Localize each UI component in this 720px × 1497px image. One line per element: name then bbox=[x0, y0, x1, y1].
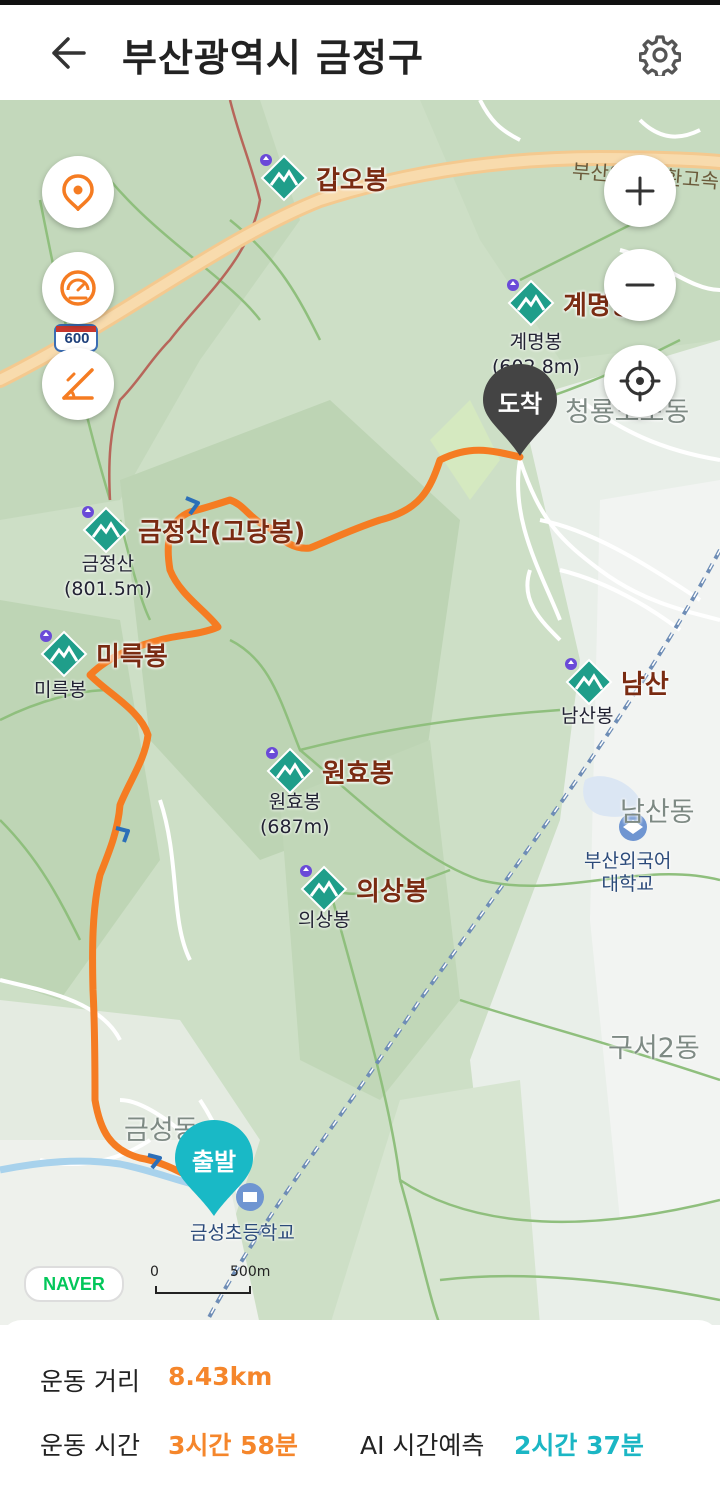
peak-sub-name: 의상봉 bbox=[298, 909, 351, 931]
slope-icon bbox=[62, 368, 94, 400]
peak-marker-geumjeongsan[interactable]: 금정산(고당봉) bbox=[80, 504, 305, 556]
peak-label: 의상봉 bbox=[356, 876, 428, 907]
settings-button[interactable] bbox=[636, 31, 684, 79]
trail-map[interactable]: 청룡노포동 남산동 구서2동 금성동 부산외곽순환고속 600 부산외국어 대학… bbox=[0, 100, 720, 1325]
scale-distance: 500m bbox=[230, 1264, 271, 1280]
zoom-out-button[interactable] bbox=[604, 249, 676, 321]
peak-label: 미륵봉 bbox=[96, 641, 168, 672]
page-title: 부산광역시 금정구 bbox=[122, 36, 424, 80]
mountain-icon bbox=[565, 658, 613, 706]
stats-panel: 운동 거리 8.43km 운동 시간 3시간 58분 AI 시간예측 2시간 3… bbox=[0, 1320, 720, 1497]
my-location-button[interactable] bbox=[604, 345, 676, 417]
peak-sub-name: 원효봉 bbox=[268, 791, 322, 813]
scale-bar bbox=[155, 1286, 251, 1294]
peak-sub-height: (801.5m) bbox=[64, 578, 152, 600]
arrive-label: 도착 bbox=[497, 390, 543, 418]
peak-sub-name: 계명봉 bbox=[509, 331, 563, 353]
time-label: 운동 시간 bbox=[40, 1431, 140, 1460]
peak-label: 원효봉 bbox=[322, 758, 394, 789]
peak-sub-uisangbong: 의상봉 bbox=[298, 908, 350, 933]
university-label: 부산외국어 대학교 bbox=[584, 850, 671, 896]
peak-label: 갑오봉 bbox=[316, 165, 388, 196]
ai-estimate-value: 2시간 37분 bbox=[514, 1431, 644, 1460]
peak-sub-wonhyobong: 원효봉 (687m) bbox=[260, 790, 330, 840]
school-label: 금성초등학교 bbox=[190, 1222, 295, 1244]
arrive-pin[interactable]: 도착 bbox=[481, 362, 559, 458]
university-label-line1: 부산외국어 bbox=[584, 850, 672, 872]
area-label-namsan: 남산동 bbox=[620, 797, 695, 828]
location-button[interactable] bbox=[42, 156, 114, 228]
slope-button[interactable] bbox=[42, 348, 114, 420]
speedometer-icon bbox=[60, 270, 96, 306]
start-label: 출발 bbox=[191, 1148, 237, 1176]
arrow-left-icon bbox=[52, 37, 86, 69]
app-header: 부산광역시 금정구 bbox=[0, 5, 720, 100]
peak-sub-namsan: 남산봉 bbox=[561, 704, 613, 729]
peak-label: 남산 bbox=[621, 669, 669, 700]
location-pin-icon bbox=[62, 174, 94, 211]
mountain-icon bbox=[82, 506, 130, 554]
mountain-icon bbox=[507, 279, 555, 327]
distance-value: 8.43km bbox=[168, 1362, 273, 1391]
scale-zero: 0 bbox=[150, 1264, 159, 1280]
peak-sub-name: 남산봉 bbox=[561, 705, 614, 727]
peak-marker-gapobong[interactable]: 갑오봉 bbox=[258, 152, 388, 204]
gear-icon bbox=[639, 35, 681, 76]
peak-sub-mireukbong: 미륵봉 bbox=[34, 678, 86, 703]
peak-sub-height: (687m) bbox=[260, 816, 330, 838]
time-value: 3시간 58분 bbox=[168, 1431, 298, 1460]
peak-marker-mireukbong[interactable]: 미륵봉 bbox=[38, 628, 168, 680]
peak-label: 금정산(고당봉) bbox=[138, 517, 306, 548]
peak-sub-name: 미륵봉 bbox=[34, 679, 87, 701]
university-label-line2: 대학교 bbox=[601, 873, 654, 895]
zoom-out-icon bbox=[625, 283, 655, 287]
crosshair-icon bbox=[619, 360, 661, 402]
peak-marker-namsan[interactable]: 남산 bbox=[563, 656, 669, 708]
back-button[interactable] bbox=[44, 31, 92, 75]
mountain-icon bbox=[40, 630, 88, 678]
start-pin[interactable]: 출발 bbox=[173, 1118, 255, 1218]
route-number: 600 bbox=[64, 330, 90, 347]
naver-logo: NAVER bbox=[24, 1266, 124, 1302]
speed-button[interactable] bbox=[42, 252, 114, 324]
ai-estimate-label: AI 시간예측 bbox=[360, 1431, 485, 1460]
mountain-icon bbox=[260, 154, 308, 202]
zoom-in-button[interactable] bbox=[604, 155, 676, 227]
peak-sub-geumjeongsan: 금정산 (801.5m) bbox=[64, 552, 152, 602]
peak-sub-name: 금정산 bbox=[81, 553, 135, 575]
area-label-guseo: 구서2동 bbox=[608, 1033, 700, 1064]
zoom-in-icon bbox=[625, 176, 655, 206]
map-scale: 0 500m bbox=[150, 1264, 270, 1298]
distance-label: 운동 거리 bbox=[40, 1367, 140, 1396]
